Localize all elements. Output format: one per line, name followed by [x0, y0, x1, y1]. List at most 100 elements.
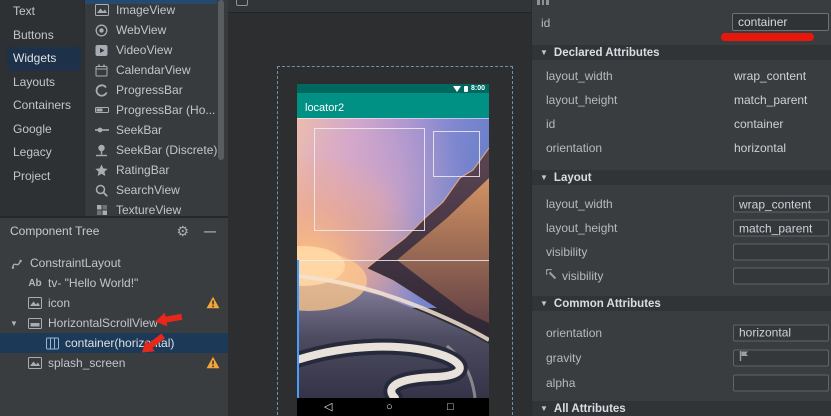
tree-item-splash-screen[interactable]: splash_screen [0, 353, 228, 373]
palette-category-widgets[interactable]: Widgets [7, 47, 81, 71]
battery-icon [464, 86, 468, 92]
attribute-row: orientation horizontal [532, 136, 831, 160]
red-underline-annotation [721, 33, 814, 41]
palette-item-label: ProgressBar [116, 83, 183, 97]
palette-scrollbar[interactable] [218, 0, 224, 160]
container-top-bound[interactable] [297, 260, 489, 261]
warning-icon [206, 356, 220, 372]
attribute-label: id [532, 117, 555, 131]
palette-category-google[interactable]: Google [0, 118, 84, 142]
component-tree-rows: ConstraintLayout Ab tv- "Hello World!" i… [0, 253, 228, 373]
webview-icon [94, 24, 109, 37]
minimize-icon[interactable]: — [204, 224, 216, 238]
attribute-value[interactable]: wrap_content [734, 69, 806, 83]
attribute-value-dropdown[interactable] [733, 268, 829, 285]
palette-item-label: RatingBar [116, 163, 169, 177]
attribute-value[interactable]: container [734, 117, 783, 131]
attribute-label: orientation [532, 141, 602, 155]
attribute-value[interactable]: horizontal [734, 141, 786, 155]
tree-item-constraintlayout[interactable]: ConstraintLayout [0, 253, 228, 273]
attributes-toolbar [532, 0, 831, 12]
palette-item-label: SeekBar (Discrete) [116, 143, 217, 157]
palette-item-label: VideoView [116, 43, 172, 57]
palette-item-webview[interactable]: WebView [85, 20, 228, 40]
attribute-value-field[interactable] [733, 374, 829, 391]
tree-item-icon[interactable]: icon [0, 293, 228, 313]
section-header-common-attributes[interactable]: ▼ Common Attributes [532, 296, 831, 311]
attribute-label: layout_width [532, 69, 613, 83]
palette-category-containers[interactable]: Containers [0, 94, 84, 118]
palette-item-progressbar-horizontal[interactable]: ProgressBar (Ho... [85, 100, 228, 120]
component-tree-header: Component Tree ⚙ — [0, 218, 228, 244]
section-header-all-attributes[interactable]: ▼ All Attributes [532, 401, 831, 416]
tree-item-label: HorizontalScrollView [48, 316, 158, 330]
palette-item-calendarview[interactable]: CalendarView [85, 60, 228, 80]
device-nav-bar: ◁ ○ □ [297, 398, 489, 416]
container-selected-left-bound[interactable] [297, 260, 299, 398]
section-header-layout[interactable]: ▼ Layout [532, 170, 831, 185]
palette-category-buttons[interactable]: Buttons [0, 24, 84, 48]
palette-item-label: CalendarView [116, 63, 191, 77]
attribute-label: visibility [532, 269, 603, 283]
attribute-value-dropdown[interactable] [733, 244, 829, 261]
palette-item-textureview[interactable]: TextureView [85, 200, 228, 216]
tree-item-label: tv- "Hello World!" [48, 276, 138, 290]
nav-back-icon: ◁ [324, 398, 332, 416]
attribute-row: visibility [532, 240, 831, 264]
section-header-declared-attributes[interactable]: ▼ Declared Attributes [532, 45, 831, 60]
imageview-icon [94, 4, 109, 16]
tree-item-label: ConstraintLayout [30, 256, 121, 270]
attribute-row: layout_height match_parent [532, 88, 831, 112]
palette-item-seekbar[interactable]: SeekBar [85, 120, 228, 140]
view-bounds-1[interactable] [314, 128, 425, 231]
wrench-icon [546, 269, 557, 283]
id-input[interactable] [732, 13, 829, 31]
calendarview-icon [94, 64, 109, 77]
palette-category-layouts[interactable]: Layouts [0, 71, 84, 95]
tree-item-textview[interactable]: Ab tv- "Hello World!" [0, 273, 228, 293]
view-bounds-2[interactable] [433, 131, 480, 177]
design-toolbar [228, 0, 531, 13]
attribute-value-dropdown[interactable] [733, 349, 829, 366]
design-surface[interactable]: 8:00 locator2 [228, 0, 531, 416]
attribute-value-dropdown[interactable]: match_parent [733, 220, 829, 237]
chevron-expanded-icon[interactable]: ▼ [10, 319, 22, 328]
gear-icon[interactable]: ⚙ [176, 223, 189, 240]
textureview-icon [94, 204, 109, 216]
nav-home-icon: ○ [386, 398, 393, 416]
attribute-value-dropdown[interactable]: wrap_content [733, 196, 829, 213]
attribute-label: layout_height [532, 93, 617, 107]
palette-item-seekbar-discrete[interactable]: SeekBar (Discrete) [85, 140, 228, 160]
palette-item-searchview[interactable]: SearchView [85, 180, 228, 200]
palette-item-progressbar[interactable]: ProgressBar [85, 80, 228, 100]
attribute-label: alpha [532, 376, 575, 390]
nav-recents-icon: □ [447, 398, 454, 416]
attribute-label: visibility [532, 245, 587, 259]
device-preview[interactable]: 8:00 locator2 [297, 84, 489, 416]
textview-icon: Ab [28, 278, 42, 289]
constraintlayout-icon [10, 257, 24, 270]
attribute-row: visibility [532, 264, 831, 288]
chevron-down-icon: ▼ [540, 48, 548, 57]
tree-item-container-horizontal[interactable]: container(horizontal) [0, 333, 228, 353]
attribute-row: layout_width wrap_content [532, 64, 831, 88]
palette-item-label: TextureView [116, 203, 181, 216]
palette-item-label: ImageView [116, 3, 175, 17]
design-mode-icon[interactable] [236, 0, 248, 6]
palette-category-text[interactable]: Text [0, 0, 84, 24]
section-title: Layout [554, 172, 592, 184]
palette-item-videoview[interactable]: VideoView [85, 40, 228, 60]
attribute-value[interactable]: match_parent [734, 93, 807, 107]
tree-item-label: icon [48, 296, 70, 310]
section-title: Declared Attributes [554, 47, 660, 59]
palette-item-ratingbar[interactable]: RatingBar [85, 160, 228, 180]
palette-category-project[interactable]: Project [0, 165, 84, 189]
tree-item-horizontalscrollview[interactable]: ▼ HorizontalScrollView [0, 313, 228, 333]
imageview-icon [28, 357, 42, 369]
splash-screen-image[interactable] [297, 118, 489, 398]
attribute-value-dropdown[interactable]: horizontal [733, 324, 829, 341]
linearlayout-horizontal-icon [45, 337, 59, 350]
palette-item-label: SearchView [116, 183, 180, 197]
palette-category-legacy[interactable]: Legacy [0, 141, 84, 165]
seekbar-discrete-icon [94, 144, 109, 157]
